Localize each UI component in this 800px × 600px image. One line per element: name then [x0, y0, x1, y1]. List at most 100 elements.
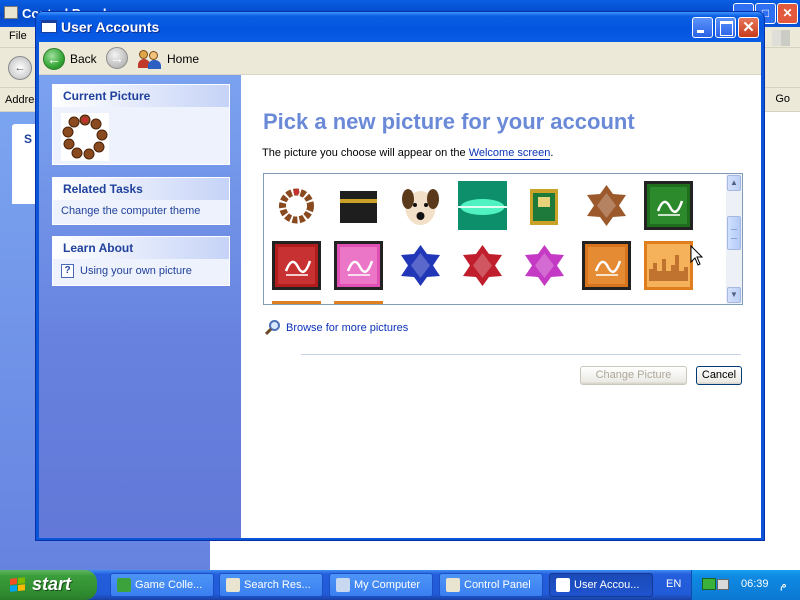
taskbar-item-label: Search Res... [244, 579, 311, 591]
taskbar-item-label: Game Colle... [135, 579, 203, 591]
change-picture-button[interactable]: Change Picture [580, 366, 687, 385]
network-icon[interactable] [702, 578, 716, 590]
related-tasks-box: Related Tasks Change the computer theme [52, 177, 230, 225]
orange-skyline-icon [644, 241, 693, 290]
browse-pictures-link[interactable]: Browse for more pictures [264, 320, 408, 336]
window-client-area: ← Back → Home Current Picture Related Ta… [39, 42, 761, 538]
scroll-up-button[interactable]: ▲ [727, 175, 741, 191]
system-tray: 06:39 م [691, 570, 800, 600]
taskbar-item-label: Control Panel [464, 579, 531, 591]
forward-arrow-icon: → [106, 47, 128, 69]
maximize-icon [716, 18, 735, 37]
kaaba-icon [334, 181, 383, 230]
scroll-down-button[interactable]: ▼ [727, 287, 741, 303]
quran-book-icon [520, 181, 569, 230]
window-titlebar[interactable]: User Accounts ✕ [36, 12, 764, 42]
window-title: User Accounts [61, 19, 160, 35]
main-content: Pick a new picture for your account The … [241, 75, 761, 538]
navigation-bar: ← Back → Home [39, 42, 761, 75]
user-accounts-window: User Accounts ✕ ← Back → Home Current Pi [35, 11, 765, 541]
picture-option-magenta-star[interactable] [520, 241, 569, 290]
picture-option-pink-calligraphy[interactable] [334, 241, 383, 290]
picture-description: The picture you choose will appear on th… [262, 147, 553, 160]
start-button[interactable]: start [0, 570, 97, 600]
back-label: Back [70, 51, 97, 66]
change-theme-link[interactable]: Change the computer theme [53, 200, 229, 217]
minimize-button[interactable] [692, 17, 713, 38]
taskbar-item[interactable]: User Accou... [549, 573, 653, 597]
picture-option-partial[interactable] [272, 301, 321, 304]
forward-button[interactable]: → [106, 47, 128, 69]
gallery-scrollbar[interactable]: ▲ ▼ [726, 174, 742, 304]
taskbar-item[interactable]: Game Colle... [110, 573, 214, 597]
brown-star-icon [582, 181, 631, 230]
back-button[interactable]: ← Back [43, 46, 97, 71]
windows-flag-icon [10, 577, 26, 593]
description-text: The picture you choose will appear on th… [262, 147, 469, 159]
green-calligraphy-icon [644, 181, 693, 230]
picture-option-red-calligraphy[interactable] [272, 241, 321, 290]
current-picture-header: Current Picture [53, 85, 229, 107]
taskbar-item-label: My Computer [354, 579, 421, 591]
browse-label: Browse for more pictures [286, 322, 409, 334]
search-icon [226, 578, 240, 592]
picture-option-prayer-beads[interactable] [272, 181, 321, 230]
learn-about-header: Learn About [53, 237, 229, 259]
menu-file[interactable]: File [9, 30, 27, 42]
taskbar-item[interactable]: Control Panel [439, 573, 543, 597]
go-button[interactable]: Go [775, 93, 790, 105]
language-indicator[interactable]: EN [666, 578, 681, 590]
volume-icon[interactable] [717, 579, 729, 590]
picture-option-brown-star[interactable] [582, 181, 631, 230]
prayer-beads-icon [62, 114, 108, 160]
close-button[interactable]: ✕ [738, 17, 759, 38]
picture-option-red-star[interactable] [458, 241, 507, 290]
control-panel-icon [446, 578, 460, 592]
picture-option-kaaba[interactable] [334, 181, 383, 230]
minimize-icon [693, 18, 712, 37]
picture-option-orange-calligraphy[interactable] [582, 241, 631, 290]
cancel-button[interactable]: Cancel [696, 366, 742, 385]
red-calligraphy-icon [272, 241, 321, 290]
start-label: start [32, 574, 72, 594]
picture-option-green-calligraphy[interactable] [644, 181, 693, 230]
welcome-screen-link[interactable]: Welcome screen [468, 147, 551, 160]
picture-option-partial[interactable] [334, 301, 383, 304]
home-button[interactable]: Home [138, 46, 199, 71]
task-pane: Current Picture Related Tasks Change the… [39, 75, 241, 538]
close-icon: ✕ [742, 19, 755, 36]
dog-icon [396, 181, 445, 230]
home-label: Home [167, 51, 200, 66]
related-tasks-header: Related Tasks [53, 178, 229, 200]
control-panel-icon [4, 6, 18, 19]
computer-icon [336, 578, 350, 592]
users-icon [138, 49, 162, 69]
learn-about-box: Learn About ? Using your own picture [52, 236, 230, 286]
scroll-thumb[interactable] [727, 216, 741, 250]
using-own-picture-link[interactable]: ? Using your own picture [53, 259, 229, 278]
green-glow-icon [458, 181, 507, 230]
mouse-cursor-icon [690, 245, 704, 266]
page-title: Pick a new picture for your account [263, 109, 635, 134]
taskbar-item[interactable]: My Computer [329, 573, 433, 597]
picture-option-dog[interactable] [396, 181, 445, 230]
background-panel-heading: S [24, 132, 33, 146]
magenta-star-icon [520, 241, 569, 290]
background-back-button[interactable]: ← [8, 56, 32, 80]
blue-star-icon [396, 241, 445, 290]
red-star-icon [458, 241, 507, 290]
maximize-button[interactable] [715, 17, 736, 38]
prayer-beads-icon [272, 181, 321, 230]
picture-option-quran-book[interactable] [520, 181, 569, 230]
orange-calligraphy-icon [582, 241, 631, 290]
current-picture-thumbnail [61, 113, 109, 161]
help-icon: ? [61, 264, 74, 278]
picture-option-blue-star[interactable] [396, 241, 445, 290]
taskbar-item[interactable]: Search Res... [219, 573, 323, 597]
pink-calligraphy-icon [334, 241, 383, 290]
using-own-picture-label: Using your own picture [80, 264, 192, 277]
background-close-button[interactable]: ✕ [777, 3, 798, 24]
picture-option-green-glow[interactable] [458, 181, 507, 230]
window-icon [556, 578, 570, 592]
picture-option-orange-skyline[interactable] [644, 241, 693, 290]
